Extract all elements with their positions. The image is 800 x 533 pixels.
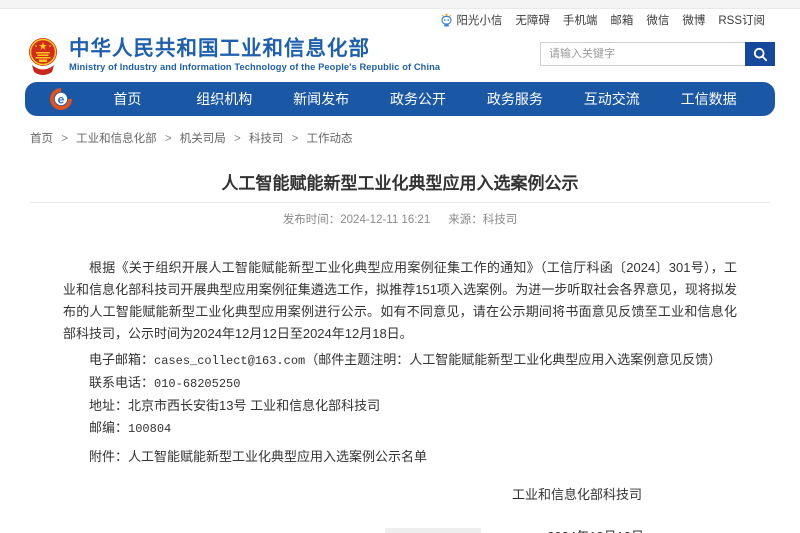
breadcrumb-separator: >: [292, 133, 299, 145]
phone-label: 联系电话：: [89, 375, 154, 390]
breadcrumb-departments[interactable]: 机关司局: [180, 133, 226, 145]
topbar-link-assistant[interactable]: 阳光小信: [440, 12, 502, 28]
address-value: 北京市西长安街13号 工业和信息化部科技司: [128, 398, 380, 413]
attachment-label: 附件：: [89, 449, 128, 464]
breadcrumb-current: 工作动态: [307, 133, 353, 145]
nav-item-interaction[interactable]: 互动交流: [563, 89, 660, 109]
signature: 工业和信息化部科技司: [63, 484, 737, 506]
postcode-label: 邮编：: [89, 420, 128, 435]
search-button[interactable]: [745, 42, 775, 66]
top-strip: [0, 0, 800, 9]
contact-phone-line: 联系电话：010-68205250: [89, 372, 737, 395]
email-label: 电子邮箱：: [89, 352, 154, 367]
article: 人工智能赋能新型工业化典型应用入选案例公示 发布时间：2024-12-11 16…: [0, 172, 800, 533]
breadcrumb-home[interactable]: 首页: [30, 133, 53, 145]
site-header: 中华人民共和国工业和信息化部 Ministry of Industry and …: [0, 30, 800, 78]
breadcrumb-separator: >: [61, 133, 68, 145]
breadcrumb: 首页 > 工业和信息化部 > 机关司局 > 科技司 > 工作动态: [0, 116, 800, 146]
topbar-link-accessibility[interactable]: 无障碍: [515, 12, 550, 28]
topbar: 阳光小信 无障碍 手机端 邮箱 微信 微博 RSS订阅: [0, 9, 800, 30]
miit-logo-icon[interactable]: e: [49, 87, 73, 111]
main-nav: e 首页 组织机构 新闻发布 政务公开 政务服务 互动交流 工信数据: [25, 82, 775, 116]
svg-text:e: e: [58, 93, 65, 107]
contact-address-line: 地址：北京市西长安街13号 工业和信息化部科技司: [89, 395, 737, 417]
breadcrumb-separator: >: [165, 133, 172, 145]
contact-email-line: 电子邮箱：cases_collect@163.com（邮件主题注明：人工智能赋能…: [89, 349, 737, 372]
nav-item-data[interactable]: 工信数据: [660, 89, 757, 109]
article-title: 人工智能赋能新型工业化典型应用入选案例公示: [0, 172, 800, 196]
attachment-link[interactable]: 人工智能赋能新型工业化典型应用入选案例公示名单: [128, 449, 427, 464]
publish-time: 2024-12-11 16:21: [340, 214, 430, 226]
contact-postcode-line: 邮编：100804: [89, 417, 737, 440]
topbar-link-mail[interactable]: 邮箱: [610, 12, 633, 28]
contact-block: 电子邮箱：cases_collect@163.com（邮件主题注明：人工智能赋能…: [89, 349, 737, 440]
national-emblem-icon: [27, 37, 59, 77]
article-paragraph: 根据《关于组织开展人工智能赋能新型工业化典型应用案例征集工作的通知》（工信厅科函…: [63, 257, 737, 345]
article-meta: 发布时间：2024-12-11 16:21 来源：科技司: [0, 211, 800, 227]
address-label: 地址：: [89, 398, 128, 413]
nav-items: 首页 组织机构 新闻发布 政务公开 政务服务 互动交流 工信数据: [79, 89, 757, 109]
attachment-line: 附件：人工智能赋能新型工业化典型应用入选案例公示名单: [89, 446, 737, 468]
nav-item-home[interactable]: 首页: [79, 89, 176, 109]
topbar-link-rss[interactable]: RSS订阅: [718, 12, 765, 28]
site-subtitle: Ministry of Industry and Information Tec…: [69, 62, 440, 72]
nav-item-news[interactable]: 新闻发布: [273, 89, 370, 109]
email-address: cases_collect@163.com: [154, 354, 305, 368]
breadcrumb-separator: >: [234, 133, 241, 145]
search-icon: [753, 47, 768, 62]
site-brand[interactable]: 中华人民共和国工业和信息化部 Ministry of Industry and …: [27, 31, 440, 77]
topbar-link-mobile[interactable]: 手机端: [563, 12, 598, 28]
title-divider: [30, 202, 770, 203]
cutoff-next-section-artifact: [385, 528, 481, 533]
topbar-link-weibo[interactable]: 微博: [682, 12, 705, 28]
nav-item-gov-disclosure[interactable]: 政务公开: [370, 89, 467, 109]
breadcrumb-science-tech-dept[interactable]: 科技司: [249, 133, 284, 145]
nav-item-organization[interactable]: 组织机构: [176, 89, 273, 109]
source-value: 科技司: [483, 214, 518, 226]
topbar-link-wechat[interactable]: 微信: [646, 12, 669, 28]
topbar-links: 阳光小信 无障碍 手机端 邮箱 微信 微博 RSS订阅: [440, 12, 765, 28]
search-box: [540, 42, 775, 66]
email-note: （邮件主题注明：人工智能赋能新型工业化典型应用入选案例意见反馈）: [305, 352, 721, 367]
article-body: 根据《关于组织开展人工智能赋能新型工业化典型应用案例征集工作的通知》（工信厅科函…: [0, 257, 800, 533]
phone-number: 010-68205250: [154, 377, 240, 391]
publish-time-label: 发布时间：: [283, 214, 341, 226]
nav-item-gov-services[interactable]: 政务服务: [466, 89, 563, 109]
search-input[interactable]: [540, 42, 745, 66]
site-titles: 中华人民共和国工业和信息化部 Ministry of Industry and …: [69, 37, 440, 72]
site-title: 中华人民共和国工业和信息化部: [69, 37, 440, 61]
postcode-value: 100804: [128, 422, 171, 436]
breadcrumb-miit[interactable]: 工业和信息化部: [76, 133, 157, 145]
mascot-robot-icon: [440, 13, 453, 27]
topbar-link-label: 阳光小信: [456, 12, 502, 28]
source-label: 来源：: [448, 214, 483, 226]
